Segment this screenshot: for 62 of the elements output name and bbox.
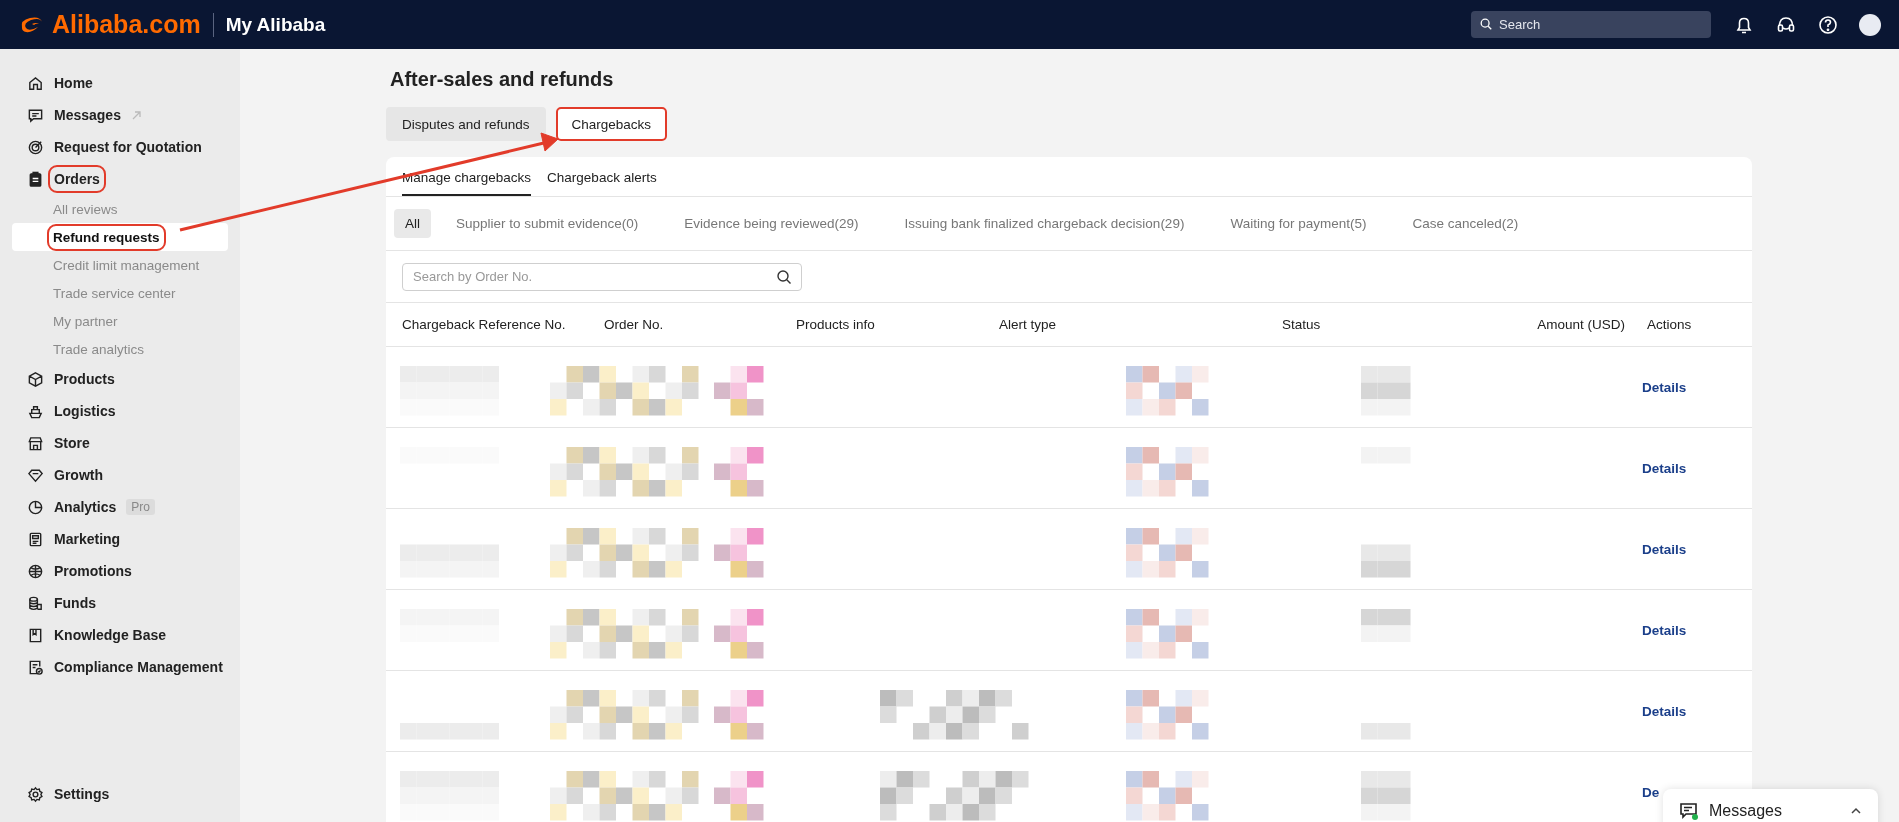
filter-chip[interactable]: Case canceled(2) <box>1401 209 1530 238</box>
filter-chip[interactable]: Waiting for payment(5) <box>1219 209 1378 238</box>
column-header: Order No. <box>604 317 665 332</box>
tab[interactable]: Disputes and refunds <box>386 107 546 141</box>
pro-badge: Pro <box>126 499 155 515</box>
help-icon[interactable] <box>1817 13 1839 36</box>
store-icon <box>27 434 44 452</box>
filter-chip[interactable]: Evidence being reviewed(29) <box>673 209 870 238</box>
column-header: Products info <box>796 317 876 332</box>
filter-chip[interactable]: Issuing bank finalized chargeback decision(29) <box>893 209 1196 238</box>
home-icon <box>27 74 44 92</box>
sidebar-item[interactable]: Compliance Management <box>0 651 240 683</box>
pie-chart-icon <box>27 498 44 516</box>
column-header: Actions <box>1647 317 1693 332</box>
ad-board-icon <box>27 530 44 548</box>
sidebar-item[interactable]: Request for Quotation <box>0 131 240 163</box>
sidebar-item[interactable]: Marketing <box>0 523 240 555</box>
details-link[interactable]: Details <box>1642 622 1687 638</box>
logo-text[interactable]: Alibaba.com <box>52 10 201 39</box>
filter-chip[interactable]: All <box>394 209 431 238</box>
filter-chip[interactable]: Supplier to submit evidence(0) <box>445 209 650 238</box>
coins-icon <box>27 594 44 612</box>
sidebar-item[interactable]: Promotions <box>0 555 240 587</box>
gear-icon <box>27 785 44 803</box>
tab[interactable]: Chargebacks <box>555 107 668 141</box>
globe-icon <box>27 562 44 580</box>
column-header: Chargeback Reference No. <box>402 317 567 332</box>
details-link[interactable]: Details <box>1642 379 1687 395</box>
sidebar-item[interactable]: Knowledge Base <box>0 619 240 651</box>
sidebar-item[interactable]: Funds <box>0 587 240 619</box>
sidebar-item[interactable]: Messages <box>0 99 240 131</box>
sidebar-item[interactable]: Products <box>0 363 240 395</box>
avatar[interactable] <box>1859 13 1881 36</box>
document-check-icon <box>27 658 44 676</box>
search-icon <box>1479 17 1493 31</box>
clipboard-icon <box>27 170 44 188</box>
box-icon <box>27 370 44 388</box>
details-link[interactable]: Details <box>1642 703 1687 719</box>
target-icon <box>27 138 44 156</box>
sidebar-item[interactable]: Orders <box>0 163 240 195</box>
column-header: Status <box>1282 317 1322 332</box>
messages-label: Messages <box>1709 802 1782 820</box>
details-link[interactable]: Details <box>1642 460 1687 476</box>
search-field[interactable]: Search by Order No. <box>402 262 802 291</box>
column-header: Amount (USD) <box>1537 317 1626 332</box>
page-title: After-sales and refunds <box>390 68 615 91</box>
sidebar-item[interactable]: Home <box>0 67 240 99</box>
subtab[interactable]: Chargeback alerts <box>547 157 657 196</box>
search-icon <box>776 268 792 285</box>
details-link[interactable]: De <box>1642 784 1660 800</box>
column-header: Alert type <box>999 317 1058 332</box>
details-link[interactable]: Details <box>1642 541 1687 557</box>
book-icon <box>27 626 44 644</box>
app-title: My Alibaba <box>225 13 326 36</box>
sidebar-item[interactable]: Growth <box>0 459 240 491</box>
sidebar-item[interactable]: Settings <box>0 778 240 810</box>
search-field[interactable]: Search <box>1471 11 1711 38</box>
messages-widget[interactable]: Messages <box>1663 789 1878 822</box>
sidebar-item[interactable]: Store <box>0 427 240 459</box>
sidebar-item[interactable]: Analytics Pro <box>0 491 240 523</box>
sidebar-item[interactable]: Refund requests <box>12 223 228 251</box>
sidebar-item[interactable]: Logistics <box>0 395 240 427</box>
